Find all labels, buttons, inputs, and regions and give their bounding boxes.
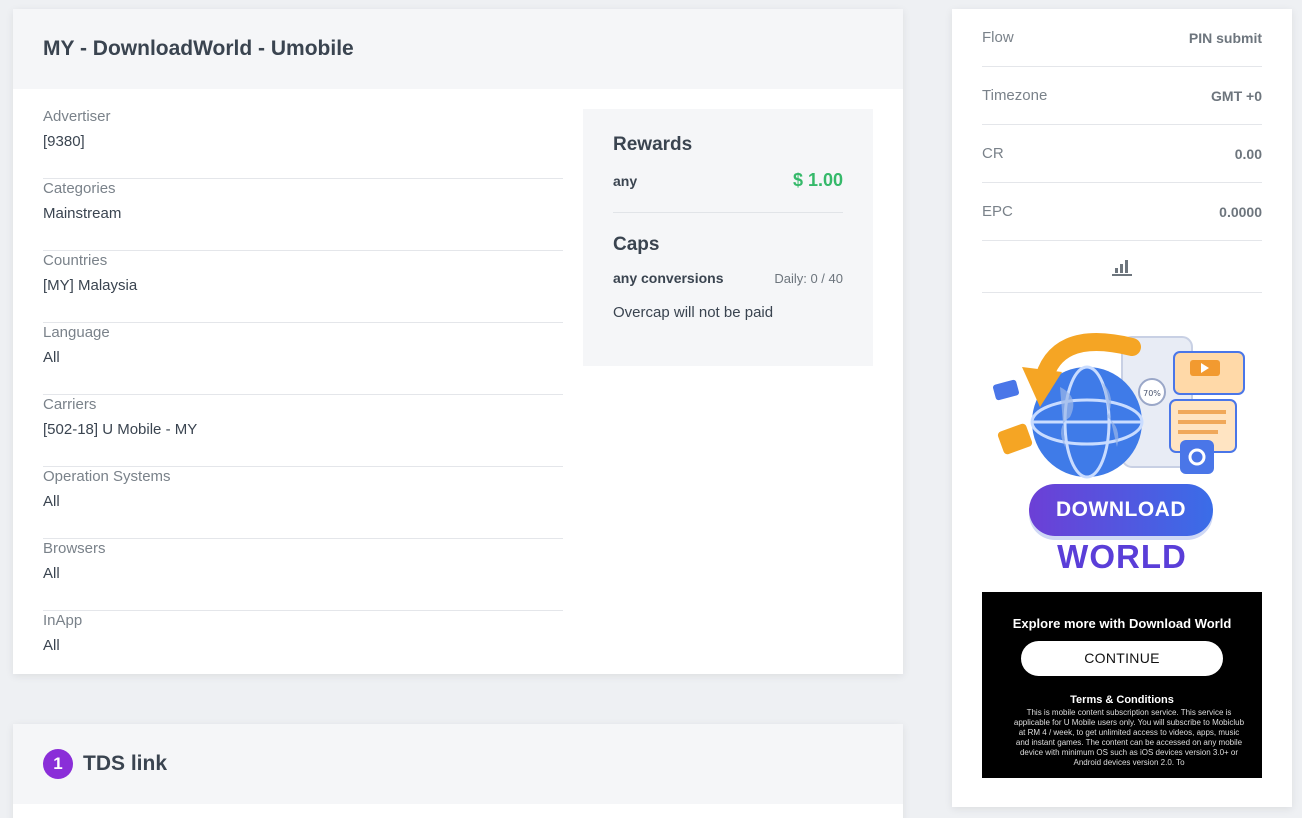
tds-card: 1 TDS link	[13, 724, 903, 818]
stat-label: Timezone	[982, 87, 1048, 104]
stat-value: GMT +0	[1211, 87, 1262, 104]
stat-label: CR	[982, 145, 1004, 162]
detail-value: All	[43, 565, 60, 582]
caps-heading: Caps	[613, 234, 660, 255]
cap-value: Daily: 0 / 40	[774, 270, 843, 286]
reward-row: any $ 1.00	[613, 170, 843, 213]
globe-illustration: 70%	[993, 333, 1245, 479]
continue-button[interactable]: CONTINUE	[1021, 641, 1223, 676]
stat-value: 0.00	[1234, 145, 1262, 162]
promo-artwork: 70% DOWNLOAD WORLD	[982, 312, 1262, 592]
detail-value: Mainstream	[43, 205, 122, 222]
detail-label: Language	[43, 324, 110, 341]
detail-language: Language All	[43, 323, 563, 395]
detail-value: All	[43, 637, 60, 654]
detail-value: [502-18] U Mobile - MY	[43, 421, 198, 438]
detail-value: [9380]	[43, 133, 85, 150]
offer-sidebar: Flow PIN submit Timezone GMT +0 CR 0.00 …	[952, 9, 1292, 807]
terms-title: Terms & Conditions	[1070, 694, 1174, 706]
detail-label: Carriers	[43, 396, 97, 413]
cap-row: any conversions Daily: 0 / 40	[613, 270, 843, 286]
detail-operation-systems: Operation Systems All	[43, 467, 563, 539]
overcap-note: Overcap will not be paid	[613, 304, 774, 321]
detail-label: Operation Systems	[43, 468, 171, 485]
detail-value: All	[43, 493, 60, 510]
tds-title: TDS link	[83, 752, 168, 775]
rewards-heading: Rewards	[613, 134, 693, 155]
bar-chart-icon[interactable]	[1112, 258, 1132, 276]
detail-carriers: Carriers [502-18] U Mobile - MY	[43, 395, 563, 467]
step-badge: 1	[43, 749, 73, 779]
detail-value: [MY] Malaysia	[43, 277, 138, 294]
reward-type: any	[613, 172, 638, 189]
offer-title: MY - DownloadWorld - Umobile	[43, 37, 354, 60]
brand-download-badge: DOWNLOAD	[1029, 484, 1213, 536]
detail-label: Advertiser	[43, 108, 111, 125]
stat-timezone: Timezone GMT +0	[982, 67, 1262, 125]
detail-advertiser: Advertiser [9380]	[43, 107, 563, 179]
detail-browsers: Browsers All	[43, 539, 563, 611]
promo-banner: 70% DOWNLOAD WORLD Explore more with Dow…	[982, 312, 1262, 778]
stat-value: PIN submit	[1188, 29, 1262, 46]
offer-header: MY - DownloadWorld - Umobile	[13, 9, 903, 89]
offer-details: Advertiser [9380] Categories Mainstream …	[43, 107, 563, 683]
stats-chart-button[interactable]	[982, 241, 1262, 293]
stat-label: Flow	[982, 29, 1014, 46]
tds-header: 1 TDS link	[13, 724, 903, 804]
reward-value: $ 1.00	[792, 170, 843, 190]
percent-badge: 70%	[1143, 389, 1161, 398]
brand-world-text: WORLD	[1057, 538, 1187, 575]
detail-countries: Countries [MY] Malaysia	[43, 251, 563, 323]
offer-card: MY - DownloadWorld - Umobile Advertiser …	[13, 9, 903, 674]
rewards-caps-panel: Rewards any $ 1.00 Caps any conversions …	[583, 109, 873, 366]
stat-epc: EPC 0.0000	[982, 183, 1262, 241]
cap-type: any conversions	[613, 270, 724, 286]
detail-label: InApp	[43, 612, 83, 629]
stat-flow: Flow PIN submit	[982, 9, 1262, 67]
terms-text: This is mobile content subscription serv…	[1013, 708, 1245, 767]
stat-cr: CR 0.00	[982, 125, 1262, 183]
promo-tagline: Explore more with Download World	[1012, 616, 1232, 631]
stat-label: EPC	[982, 203, 1013, 220]
stat-value: 0.0000	[1219, 203, 1262, 220]
detail-label: Browsers	[43, 540, 106, 557]
detail-label: Countries	[43, 252, 108, 269]
promo-footer: Explore more with Download World CONTINU…	[982, 592, 1262, 778]
detail-inapp: InApp All	[43, 611, 563, 683]
detail-categories: Categories Mainstream	[43, 179, 563, 251]
detail-label: Categories	[43, 180, 116, 197]
detail-value: All	[43, 349, 60, 366]
